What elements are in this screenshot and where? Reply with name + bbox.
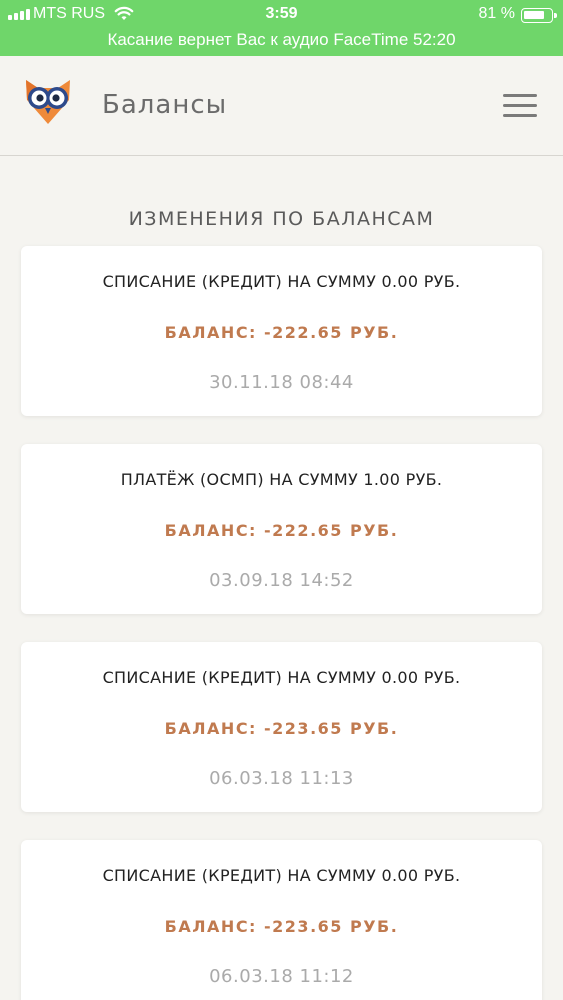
transaction-date: 06.03.18 11:13	[209, 768, 354, 789]
battery-level-fill	[524, 11, 545, 19]
transaction-description: СПИСАНИЕ (КРЕДИТ) НА СУММУ 0.00 РУБ.	[102, 866, 461, 885]
transaction-description: СПИСАНИЕ (КРЕДИТ) НА СУММУ 0.00 РУБ.	[102, 668, 461, 687]
app-header: Балансы	[0, 56, 563, 156]
transaction-balance: БАЛАНС: -222.65 РУБ.	[164, 323, 399, 342]
status-bar: MTS RUS 3:59 81 % Касание вернет Вас к а…	[0, 0, 563, 56]
page-title: Балансы	[102, 90, 228, 120]
transaction-balance: БАЛАНС: -222.65 РУБ.	[164, 521, 399, 540]
transaction-card[interactable]: СПИСАНИЕ (КРЕДИТ) НА СУММУ 0.00 РУБ. БАЛ…	[21, 642, 542, 812]
transaction-card[interactable]: СПИСАНИЕ (КРЕДИТ) НА СУММУ 0.00 РУБ. БАЛ…	[21, 246, 542, 416]
transaction-description: СПИСАНИЕ (КРЕДИТ) НА СУММУ 0.00 РУБ.	[102, 272, 461, 291]
battery-percent: 81 %	[478, 5, 515, 22]
transaction-date: 30.11.18 08:44	[209, 372, 354, 393]
transaction-card[interactable]: СПИСАНИЕ (КРЕДИТ) НА СУММУ 0.00 РУБ. БАЛ…	[21, 840, 542, 1000]
transaction-date: 03.09.18 14:52	[209, 570, 354, 591]
owl-logo-icon[interactable]	[22, 74, 74, 126]
transaction-description: ПЛАТЁЖ (ОСМП) НА СУММУ 1.00 РУБ.	[120, 470, 443, 489]
transaction-date: 06.03.18 11:12	[209, 966, 354, 987]
status-row: MTS RUS 3:59 81 %	[0, 4, 563, 26]
facetime-return-banner[interactable]: Касание вернет Вас к аудио FaceTime 52:2…	[0, 30, 563, 50]
hamburger-menu-icon[interactable]	[503, 94, 537, 118]
transaction-balance: БАЛАНС: -223.65 РУБ.	[164, 719, 399, 738]
transaction-balance: БАЛАНС: -223.65 РУБ.	[164, 917, 399, 936]
section-title: ИЗМЕНЕНИЯ ПО БАЛАНСАМ	[128, 208, 435, 230]
transaction-card[interactable]: ПЛАТЁЖ (ОСМП) НА СУММУ 1.00 РУБ. БАЛАНС:…	[21, 444, 542, 614]
battery-icon	[521, 8, 557, 23]
